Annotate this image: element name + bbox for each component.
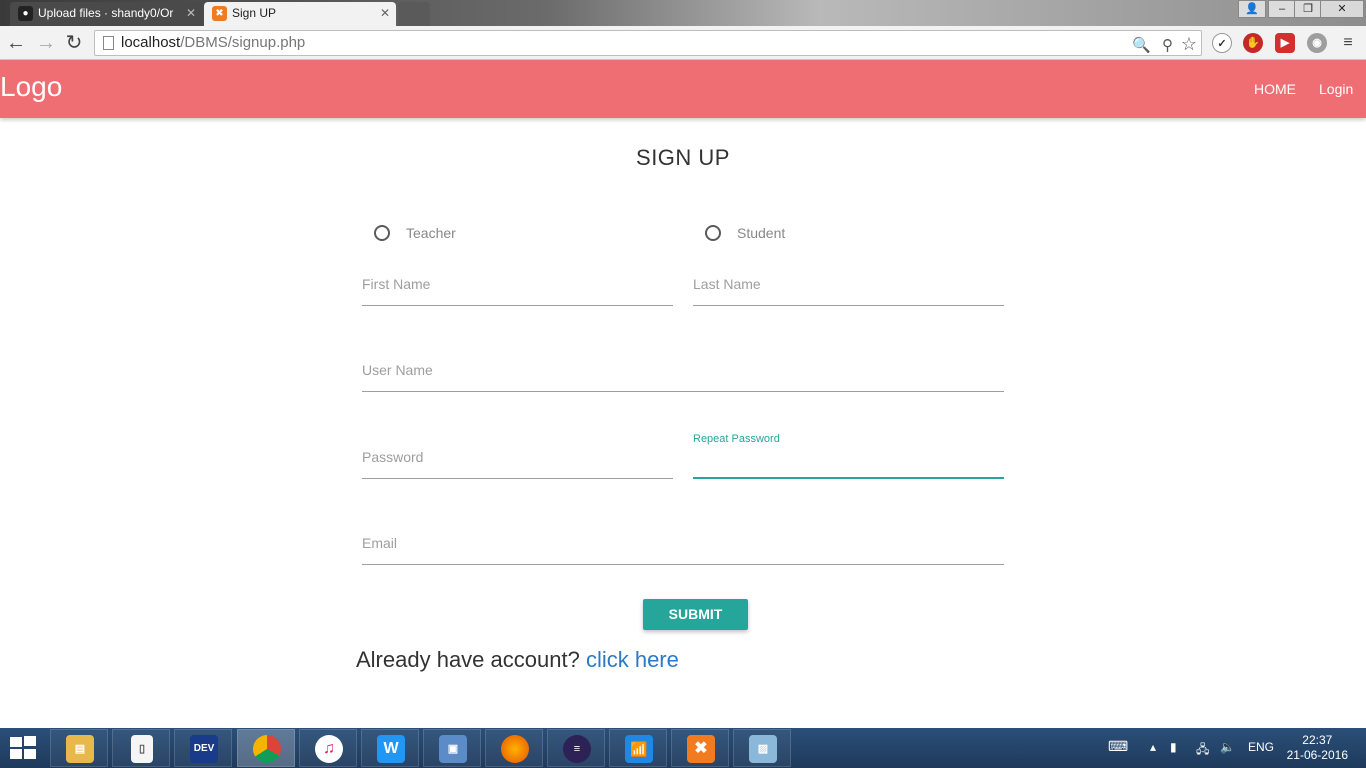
key-icon[interactable]: ⚲ xyxy=(1162,34,1173,58)
eclipse-icon[interactable]: ≡ xyxy=(547,729,605,767)
first-name-input[interactable] xyxy=(362,281,673,305)
chrome-icon[interactable] xyxy=(237,729,295,767)
tab-title: Upload files · shandy0/Or xyxy=(38,6,174,20)
windows-start-icon[interactable] xyxy=(10,736,38,760)
zoom-icon[interactable]: 🔍 xyxy=(1132,34,1151,58)
maximize-button[interactable]: ❐ xyxy=(1294,0,1322,18)
address-path: /DBMS/signup.php xyxy=(180,34,306,51)
forward-icon[interactable]: → xyxy=(34,31,58,55)
reload-icon[interactable]: ↻ xyxy=(62,31,86,55)
address-bar[interactable]: localhost/DBMS/signup.php 🔍 ⚲ ☆ xyxy=(94,30,1202,56)
media-extension-icon[interactable]: ▶ xyxy=(1275,33,1295,53)
email-input[interactable] xyxy=(362,540,1004,564)
network-icon[interactable]: 🖧 xyxy=(1196,740,1209,761)
photos-icon[interactable]: ▨ xyxy=(733,729,791,767)
last-name-input[interactable] xyxy=(693,281,1004,305)
minimize-button[interactable]: – xyxy=(1268,0,1296,18)
taskbar: ▤ ▯ DEV ♫ W ▣ ≡ 📶 ✖ ▨ ⌨ ▴ ▮ 🖧 🔈 ENG 22:3… xyxy=(0,728,1366,768)
menu-icon[interactable]: ≡ xyxy=(1338,33,1358,53)
page-title: SIGN UP xyxy=(636,145,730,170)
password-input[interactable] xyxy=(362,454,673,478)
github-icon: ● xyxy=(18,6,33,21)
app-navbar: Logo HOME Login xyxy=(0,60,1366,118)
language-indicator[interactable]: ENG xyxy=(1248,740,1274,754)
file-explorer-icon[interactable]: ▤ xyxy=(50,729,108,767)
radio-label: Teacher xyxy=(406,225,456,241)
tab-upload-files[interactable]: ● Upload files · shandy0/Or ✕ xyxy=(10,2,202,26)
close-window-button[interactable]: ✕ xyxy=(1320,0,1364,18)
radio-student[interactable]: Student xyxy=(705,224,785,244)
system-clock[interactable]: 22:37 21-06-2016 xyxy=(1287,733,1348,763)
browser-tabstrip: ● Upload files · shandy0/Or ✕ ✖ Sign UP … xyxy=(0,0,1366,26)
last-name-field[interactable]: Last Name xyxy=(693,266,1004,306)
user-icon[interactable]: 👤 xyxy=(1238,0,1266,18)
radio-circle-icon[interactable] xyxy=(374,225,390,241)
repeat-password-field[interactable]: Repeat Password xyxy=(693,433,1004,479)
back-icon[interactable]: ← xyxy=(4,31,28,55)
logo[interactable]: Logo xyxy=(0,71,62,103)
address-host: localhost xyxy=(121,34,181,51)
login-prompt: Already have account? click here xyxy=(356,647,679,673)
bookmark-star-icon[interactable]: ☆ xyxy=(1181,32,1197,56)
itunes-icon[interactable]: ♫ xyxy=(299,729,357,767)
keyboard-icon[interactable]: ⌨ xyxy=(1108,738,1128,755)
tab-title: Sign UP xyxy=(232,6,277,20)
radio-circle-icon[interactable] xyxy=(705,225,721,241)
extension-icon[interactable]: ◉ xyxy=(1307,33,1327,53)
click-here-link[interactable]: click here xyxy=(586,647,679,672)
devcpp-icon[interactable]: DEV xyxy=(174,729,232,767)
notepad-icon[interactable]: ▯ xyxy=(112,729,170,767)
clock-time: 22:37 xyxy=(1302,733,1333,747)
clock-date: 21-06-2016 xyxy=(1286,748,1348,762)
tray-expand-icon[interactable]: ▴ xyxy=(1150,740,1156,754)
field-label: Repeat Password xyxy=(693,433,780,445)
first-name-field[interactable]: First Name xyxy=(362,266,673,306)
tab-sign-up[interactable]: ✖ Sign UP ✕ xyxy=(204,2,396,26)
email-field[interactable]: Email xyxy=(362,525,1004,565)
wps-icon[interactable]: W xyxy=(361,729,419,767)
nav-home-link[interactable]: HOME xyxy=(1254,81,1296,97)
firefox-icon[interactable] xyxy=(485,729,543,767)
repeat-password-input[interactable] xyxy=(693,453,1004,477)
radio-label: Student xyxy=(737,225,786,241)
password-field[interactable]: Password xyxy=(362,439,673,479)
adblock-icon[interactable]: ✋ xyxy=(1243,33,1263,53)
checkmark-extension-icon[interactable]: ✓ xyxy=(1212,33,1232,53)
user-name-input[interactable] xyxy=(362,367,1004,391)
virtualbox-icon[interactable]: ▣ xyxy=(423,729,481,767)
xampp-icon: ✖ xyxy=(212,6,227,21)
volume-icon[interactable]: 🔈 xyxy=(1220,740,1235,754)
user-name-field[interactable]: User Name xyxy=(362,352,1004,392)
close-icon[interactable]: ✕ xyxy=(380,2,390,24)
page-icon xyxy=(103,36,114,50)
new-tab-button[interactable] xyxy=(398,2,430,26)
battery-icon[interactable]: ▮ xyxy=(1170,740,1177,754)
login-prompt-text: Already have account? xyxy=(356,647,580,672)
browser-toolbar: ← → ↻ localhost/DBMS/signup.php 🔍 ⚲ ☆ ✓ … xyxy=(0,26,1366,60)
xampp-icon[interactable]: ✖ xyxy=(671,729,729,767)
close-icon[interactable]: ✕ xyxy=(186,2,196,24)
submit-button[interactable]: SUBMIT xyxy=(643,599,748,630)
nav-login-link[interactable]: Login xyxy=(1319,81,1353,97)
wifi-manager-icon[interactable]: 📶 xyxy=(609,729,667,767)
radio-teacher[interactable]: Teacher xyxy=(374,224,456,244)
